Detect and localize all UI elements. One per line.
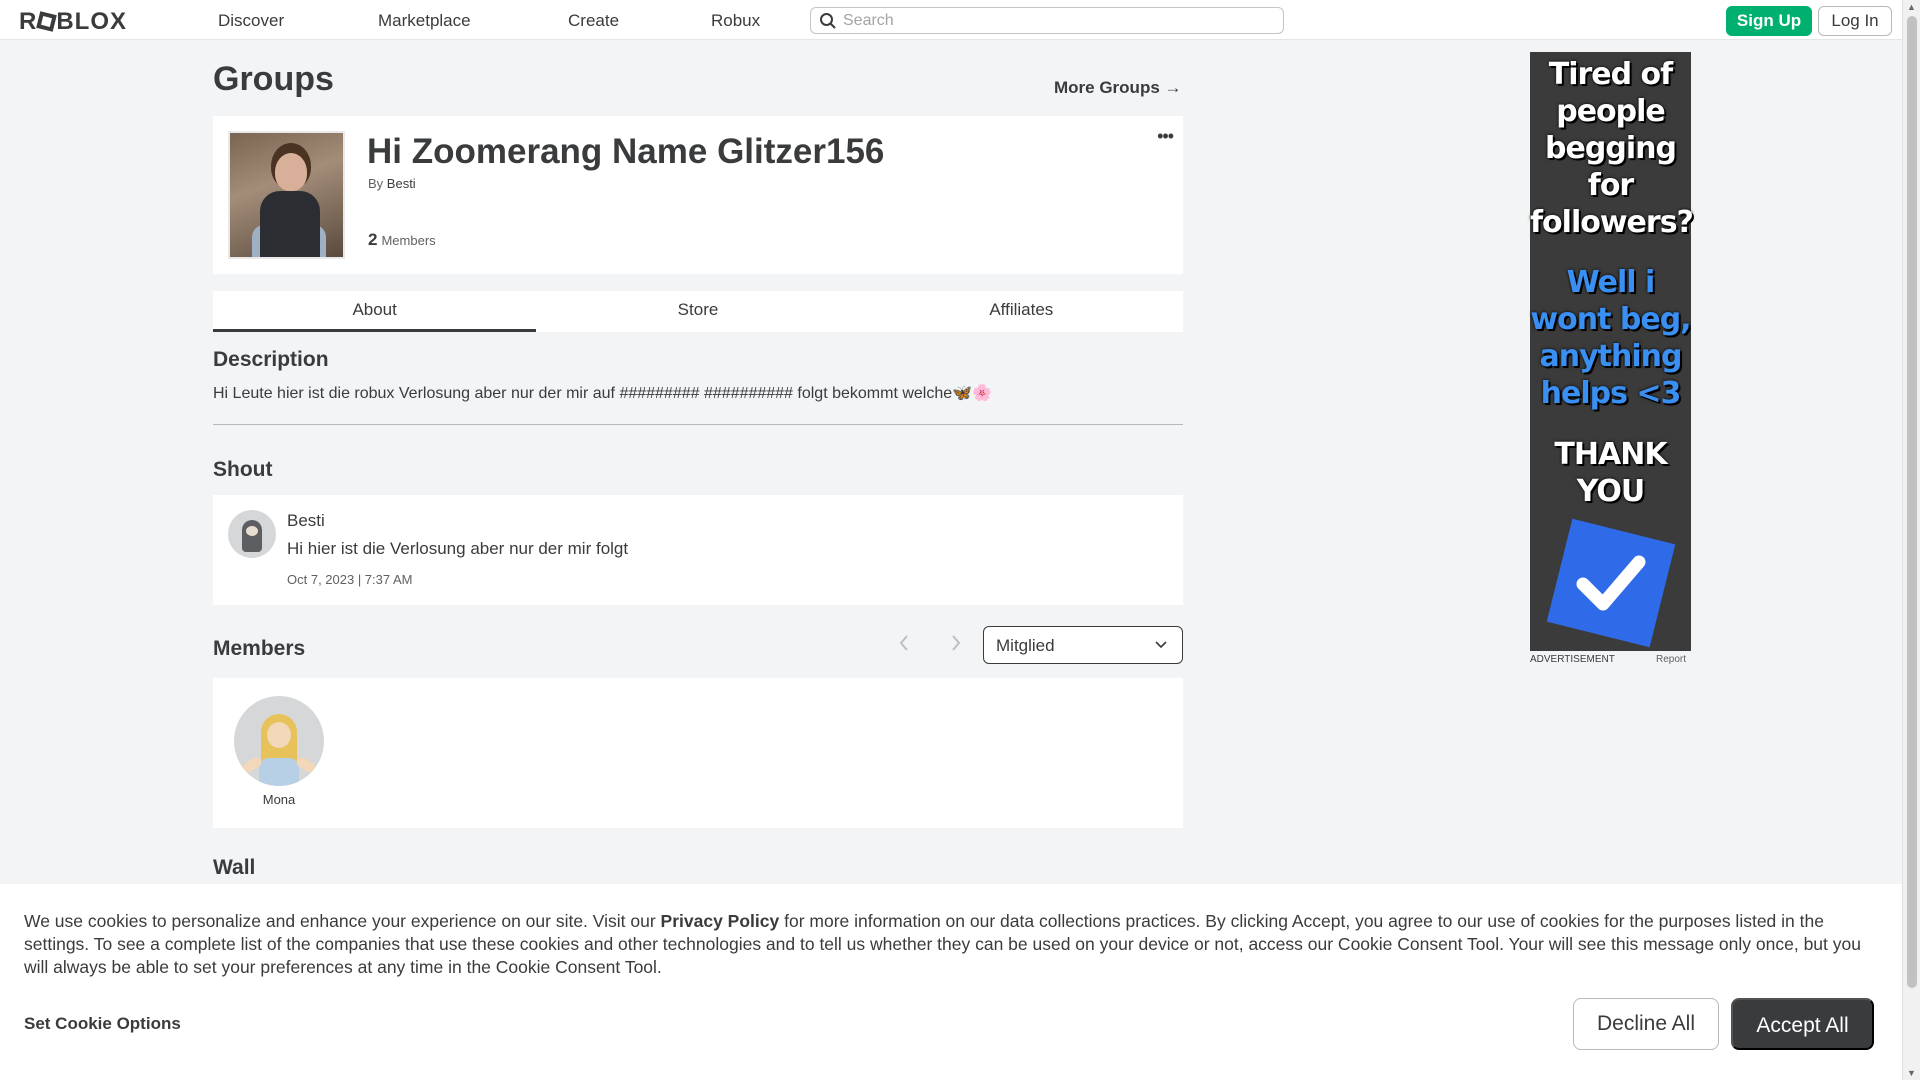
avatar[interactable] — [234, 696, 324, 786]
member-role-select-value: Mitglied — [996, 636, 1055, 655]
tab-affiliates[interactable]: Affiliates — [860, 291, 1183, 332]
nav-discover-link[interactable]: Discover — [218, 11, 284, 31]
description-heading: Description — [213, 348, 329, 371]
cookie-consent-text: We use cookies to personalize and enhanc… — [24, 910, 1884, 979]
ad-text-line-3: THANK YOU — [1554, 437, 1667, 509]
cookie-text-intro: We use cookies to personalize and enhanc… — [24, 911, 661, 931]
roblox-logo[interactable]: R BLOX — [19, 8, 127, 36]
wall-heading: Wall — [213, 856, 256, 879]
shout-author-link[interactable]: Besti — [287, 511, 325, 531]
member-count: 2 Members — [368, 230, 436, 250]
more-horizontal-icon[interactable]: ••• — [1157, 127, 1174, 145]
nav-create-link[interactable]: Create — [568, 11, 619, 31]
tab-store[interactable]: Store — [536, 291, 859, 332]
member-count-label: Members — [381, 233, 436, 248]
shout-message: Hi hier ist die Verlosung aber nur der m… — [287, 539, 629, 558]
ad-text-line-1: Tired of people begging for followers? — [1530, 57, 1694, 240]
more-groups-link[interactable]: More Groups → — [1054, 78, 1182, 98]
group-name: Hi Zoomerang Name Glitzer156 — [367, 132, 885, 171]
sign-up-button[interactable]: Sign Up — [1726, 6, 1812, 36]
group-description-text: Hi Leute hier ist die robux Verlosung ab… — [213, 385, 992, 402]
page-scrollbar[interactable]: ▲ ▼ — [1902, 0, 1920, 1080]
search-icon[interactable] — [819, 12, 837, 30]
members-list: Mona — [213, 678, 1183, 828]
page-title: Groups — [213, 60, 334, 98]
section-divider — [213, 424, 1183, 425]
top-navigation-bar: R BLOX Discover Marketplace Create Robux … — [0, 0, 1902, 40]
accept-all-button[interactable]: Accept All — [1731, 998, 1874, 1050]
group-owner-line: By Besti — [368, 176, 416, 191]
advertisement-label: ADVERTISEMENT — [1530, 654, 1615, 665]
list-item[interactable]: Mona — [234, 696, 324, 807]
log-in-button[interactable]: Log In — [1818, 6, 1892, 36]
scroll-up-arrow-icon[interactable]: ▲ — [1907, 2, 1916, 12]
shout-timestamp: Oct 7, 2023 | 7:37 AM — [287, 572, 413, 587]
member-role-select[interactable]: Mitglied — [983, 626, 1183, 664]
chevron-down-icon — [1155, 641, 1167, 649]
group-emblem-image — [228, 131, 345, 259]
privacy-policy-link[interactable]: Privacy Policy — [661, 911, 780, 931]
nav-robux-link[interactable]: Robux — [711, 11, 760, 31]
by-label: By — [368, 176, 384, 191]
search-input[interactable] — [843, 10, 1273, 31]
ad-report-link[interactable]: Report — [1656, 654, 1686, 665]
chevron-right-icon[interactable] — [950, 632, 962, 658]
scroll-down-arrow-icon[interactable]: ▼ — [1907, 1068, 1916, 1078]
chevron-left-icon[interactable] — [898, 632, 910, 658]
ad-text-line-2: Well i wont beg, anything helps <3 — [1530, 265, 1691, 411]
members-heading: Members — [213, 637, 306, 660]
group-header-card: Hi Zoomerang Name Glitzer156 By Besti 2M… — [213, 116, 1183, 274]
avatar[interactable] — [228, 510, 276, 558]
member-name[interactable]: Mona — [234, 792, 324, 807]
search-box — [810, 7, 1284, 34]
group-owner-link[interactable]: Besti — [387, 176, 416, 191]
cookie-consent-banner: We use cookies to personalize and enhanc… — [0, 884, 1902, 1080]
shout-card: Besti Hi hier ist die Verlosung aber nur… — [213, 495, 1183, 605]
set-cookie-options-link[interactable]: Set Cookie Options — [24, 1014, 181, 1034]
decline-all-button[interactable]: Decline All — [1573, 998, 1719, 1050]
advertisement-banner[interactable]: Tired of people begging for followers? W… — [1530, 52, 1694, 651]
scrollbar-thumb[interactable] — [1907, 16, 1917, 988]
shout-heading: Shout — [213, 458, 273, 481]
group-tabs: About Store Affiliates — [213, 291, 1183, 332]
tab-about[interactable]: About — [213, 291, 537, 332]
member-count-value: 2 — [368, 230, 378, 249]
checkmark-icon — [1546, 518, 1676, 648]
nav-marketplace-link[interactable]: Marketplace — [378, 11, 471, 31]
